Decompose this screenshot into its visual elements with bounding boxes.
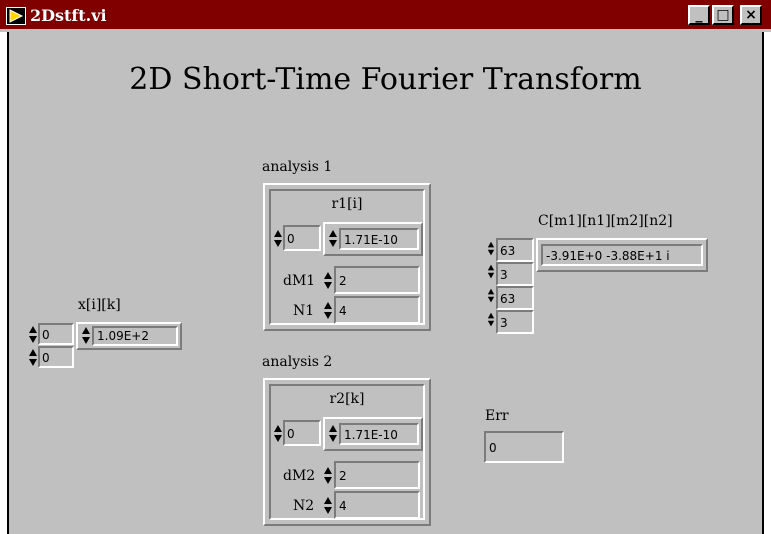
c-index-m2-field[interactable]: 63	[496, 286, 534, 310]
dm1-label: dM1	[283, 273, 316, 289]
application-window: 2Dstft.vi _ □ × 2D Short-Time Fourier Tr…	[0, 0, 771, 534]
r2-index-field[interactable]: 0	[283, 420, 321, 446]
c-value-frame: -3.91E+0 -3.88E+1 i	[536, 238, 708, 272]
minimize-icon: _	[695, 7, 703, 23]
x-value-spinner[interactable]	[82, 326, 90, 346]
spinner-arrows-icon	[29, 349, 37, 366]
analysis-1-label: analysis 1	[262, 159, 333, 175]
dm2-label: dM2	[283, 468, 316, 484]
c-index-n1-field[interactable]: 3	[496, 262, 534, 286]
r2-array-label: r2[k]	[329, 391, 365, 407]
n1-field[interactable]: 4	[334, 296, 420, 324]
spinner-arrows-icon	[324, 467, 332, 484]
err-label: Err	[485, 408, 509, 424]
spinner-arrows-icon	[487, 264, 495, 279]
r2-value-field[interactable]: 1.71E-10	[339, 423, 419, 445]
spinner-arrows-icon	[487, 312, 495, 327]
spinner-arrows-icon	[274, 230, 282, 247]
c-array-label: C[m1][n1][m2][n2]	[538, 213, 673, 229]
r2-index-spinner[interactable]	[274, 424, 282, 444]
c-index-n2-field[interactable]: 3	[496, 310, 534, 334]
title-bar[interactable]: 2Dstft.vi _ □ ×	[0, 0, 771, 32]
n2-field[interactable]: 4	[334, 491, 420, 519]
c-index-m2-spinner[interactable]	[487, 288, 495, 304]
x-value-frame: 1.09E+2	[76, 322, 182, 350]
r1-index-field[interactable]: 0	[283, 225, 321, 251]
spinner-arrows-icon	[329, 230, 337, 247]
err-field: 0	[484, 431, 564, 463]
x-value-field[interactable]: 1.09E+2	[92, 326, 178, 346]
x-array-label: x[i][k]	[78, 297, 121, 313]
spinner-arrows-icon	[324, 272, 332, 289]
r1-value-field[interactable]: 1.71E-10	[339, 228, 419, 250]
spinner-arrows-icon	[329, 425, 337, 442]
dm1-spinner[interactable]	[324, 271, 332, 291]
window-title: 2Dstft.vi	[30, 6, 107, 25]
r1-value-spinner[interactable]	[329, 229, 337, 249]
r2-value-frame: 1.71E-10	[323, 417, 423, 451]
analysis-2-cluster: r2[k] 0 1.71E-10 dM2 2 N2 4	[263, 378, 431, 526]
spinner-arrows-icon	[82, 327, 90, 344]
dm1-field[interactable]: 2	[334, 266, 420, 294]
close-button[interactable]: ×	[740, 5, 762, 25]
spinner-arrows-icon	[487, 288, 495, 303]
c-index-n2-spinner[interactable]	[487, 312, 495, 328]
analysis-2-label: analysis 2	[262, 354, 333, 370]
c-value-field: -3.91E+0 -3.88E+1 i	[541, 244, 703, 266]
x-array-control: 0 0 1.09E+2	[27, 320, 183, 372]
r1-index-spinner[interactable]	[274, 229, 282, 249]
spinner-arrows-icon	[274, 425, 282, 442]
window-right-border	[762, 32, 771, 534]
close-icon: ×	[745, 7, 757, 23]
minimize-button[interactable]: _	[688, 5, 710, 25]
x-index-1-spinner[interactable]	[29, 325, 37, 345]
maximize-icon: □	[716, 7, 730, 23]
n2-spinner[interactable]	[324, 496, 332, 516]
maximize-button[interactable]: □	[712, 5, 734, 25]
n1-spinner[interactable]	[324, 301, 332, 321]
r2-value-spinner[interactable]	[329, 424, 337, 444]
x-index-2-spinner[interactable]	[29, 348, 37, 368]
analysis-1-cluster: r1[i] 0 1.71E-10 dM1 2 N1 4	[263, 183, 431, 331]
c-index-m1-spinner[interactable]	[487, 241, 495, 257]
window-left-border	[0, 32, 9, 534]
spinner-arrows-icon	[487, 241, 495, 256]
c-index-n1-spinner[interactable]	[487, 264, 495, 280]
dm2-field[interactable]: 2	[334, 461, 420, 489]
spinner-arrows-icon	[324, 302, 332, 319]
n1-label: N1	[293, 303, 315, 319]
r1-value-frame: 1.71E-10	[323, 222, 423, 256]
spinner-arrows-icon	[324, 497, 332, 514]
x-index-2-field[interactable]: 0	[38, 346, 74, 368]
n2-label: N2	[293, 498, 315, 514]
c-index-m1-field[interactable]: 63	[496, 238, 534, 262]
r1-array-label: r1[i]	[331, 196, 363, 212]
labview-vi-icon[interactable]	[6, 7, 26, 25]
c-array-indicator: 63 3 63 3 -3.91E+0 -3.88E+1 i	[485, 236, 710, 340]
panel-title: 2D Short-Time Fourier Transform	[129, 62, 642, 97]
x-index-1-field[interactable]: 0	[38, 323, 74, 345]
spinner-arrows-icon	[29, 326, 37, 343]
dm2-spinner[interactable]	[324, 466, 332, 486]
